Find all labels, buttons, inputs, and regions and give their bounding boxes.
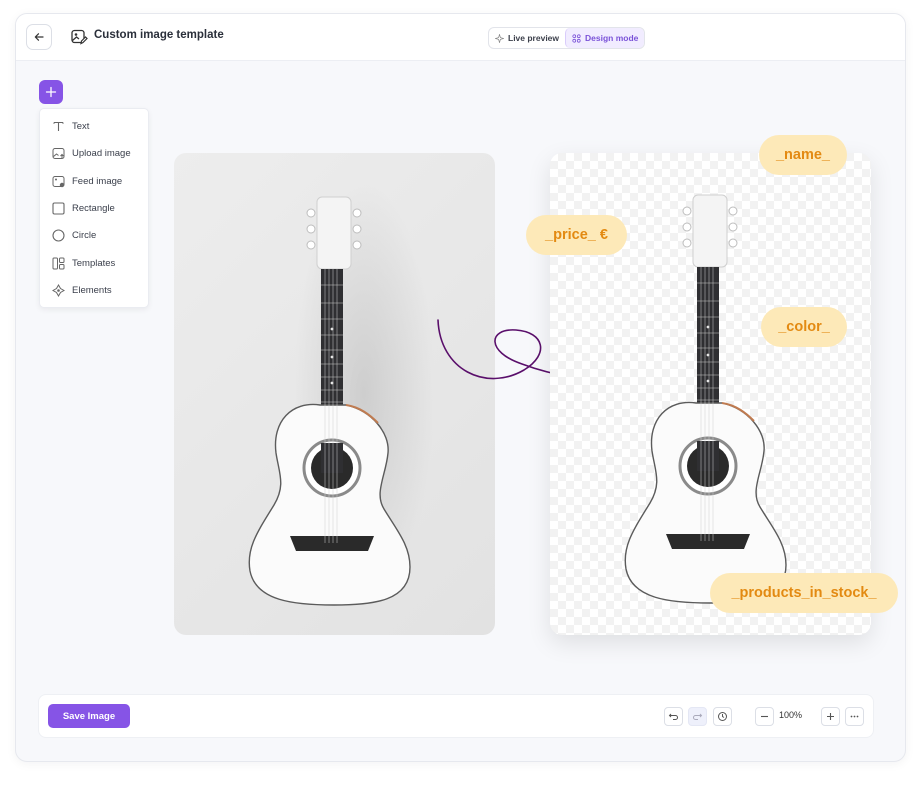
tag-price[interactable]: _price_ €	[526, 215, 627, 255]
grid-icon	[572, 33, 581, 43]
menu-item-templates[interactable]: Templates	[40, 252, 148, 274]
design-mode-tab[interactable]: Design mode	[565, 28, 645, 48]
zoom-out-icon	[761, 715, 768, 718]
menu-item-label: Feed image	[72, 175, 123, 187]
sparkle-icon	[495, 33, 504, 43]
undo-button[interactable]	[664, 707, 683, 726]
zoom-out-button[interactable]	[755, 707, 774, 726]
menu-item-label: Rectangle	[72, 202, 115, 214]
bottom-toolbar: Save Image 100%	[38, 694, 874, 738]
history-icon	[718, 712, 727, 721]
menu-item-label: Elements	[72, 284, 112, 296]
page-title: Custom image template	[94, 29, 224, 41]
live-preview-label: Live preview	[508, 33, 560, 43]
back-button[interactable]	[26, 24, 52, 50]
menu-item-label: Templates	[72, 257, 116, 269]
menu-item-elements[interactable]: Elements	[40, 279, 148, 301]
zoom-in-button[interactable]	[821, 707, 840, 726]
save-image-button[interactable]: Save Image	[48, 704, 130, 728]
undo-icon	[668, 713, 678, 720]
redo-button[interactable]	[688, 707, 707, 726]
arrow-left-icon	[34, 33, 44, 41]
menu-item-label: Text	[72, 120, 90, 132]
menu-item-circle[interactable]: Circle	[40, 224, 148, 246]
templates-icon	[52, 257, 65, 270]
zoom-level: 100%	[779, 710, 803, 720]
design-mode-label: Design mode	[585, 33, 639, 43]
tag-name[interactable]: _name_	[759, 135, 847, 175]
menu-item-text[interactable]: Text	[40, 115, 148, 137]
zoom-in-icon	[827, 713, 834, 720]
menu-item-rectangle[interactable]: Rectangle	[40, 197, 148, 219]
menu-item-label: Upload image	[72, 147, 131, 159]
text-icon	[52, 120, 65, 133]
more-icon	[850, 715, 859, 718]
mode-toggle: Live preview Design mode	[488, 27, 646, 49]
redo-icon	[693, 713, 703, 720]
rectangle-icon	[52, 201, 65, 215]
upload-image-icon	[52, 147, 65, 160]
app-window: Custom image template Live preview Desig…	[15, 13, 906, 762]
tag-products-in-stock[interactable]: _products_in_stock_	[710, 573, 898, 613]
menu-item-feed-image[interactable]: Feed image	[40, 170, 148, 192]
menu-item-upload-image[interactable]: Upload image	[40, 142, 148, 164]
live-preview-tab[interactable]: Live preview	[489, 28, 565, 48]
circle-icon	[52, 228, 65, 242]
history-button[interactable]	[713, 707, 732, 726]
tag-color[interactable]: _color_	[761, 307, 847, 347]
more-options-button[interactable]	[845, 707, 864, 726]
elements-icon	[52, 283, 65, 297]
feed-image-icon	[52, 175, 65, 188]
menu-item-label: Circle	[72, 229, 97, 241]
image-edit-icon	[71, 29, 88, 45]
plus-icon	[45, 86, 57, 98]
add-element-button[interactable]	[39, 80, 63, 104]
add-element-menu: Text Upload image Feed image Rectangle C…	[39, 108, 149, 308]
top-bar: Custom image template Live preview Desig…	[16, 14, 905, 61]
